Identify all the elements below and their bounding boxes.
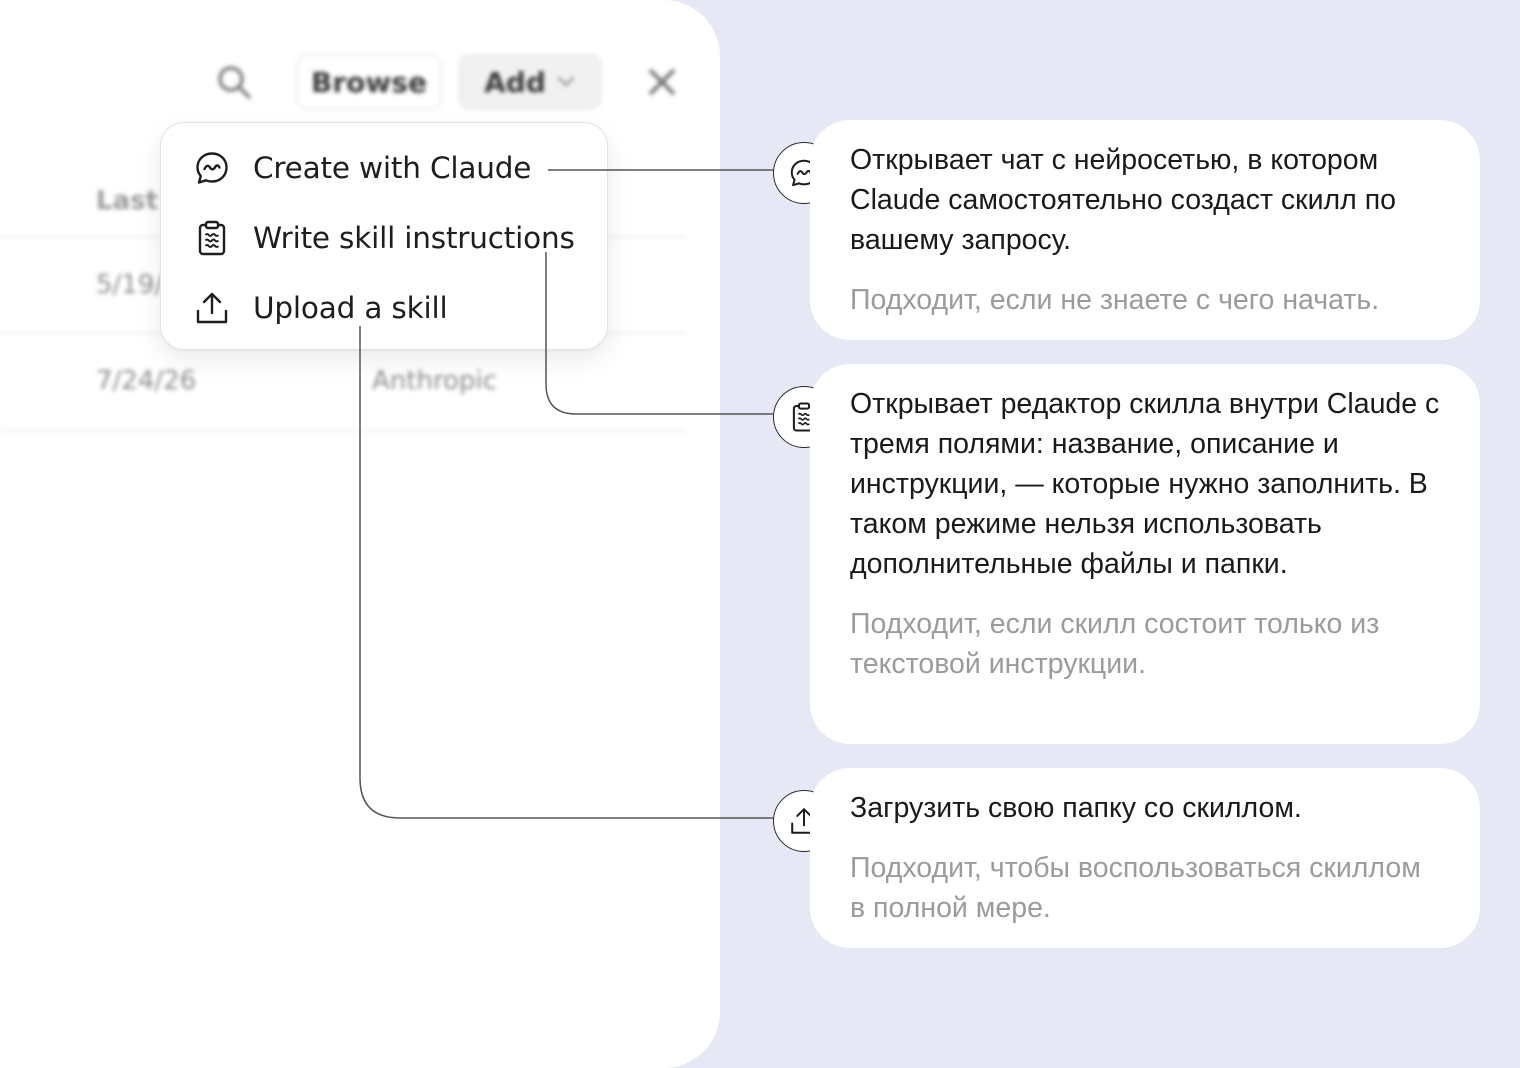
add-button-label: Add: [484, 65, 546, 99]
column-header-last[interactable]: Last: [96, 186, 158, 216]
menu-item-label: Write skill instructions: [253, 221, 575, 255]
add-button[interactable]: Add: [458, 54, 602, 110]
clipboard-icon: [198, 220, 226, 256]
browse-button[interactable]: Browse: [296, 54, 442, 110]
table-row-date: 7/24/26: [96, 366, 197, 396]
callout-hint: Подходит, чтобы воспользоваться скиллом …: [850, 852, 1421, 924]
chevron-down-icon: [557, 76, 574, 87]
callout-card-upload: Загрузить свою папку со скиллом. Подходи…: [810, 768, 1480, 948]
callout-description: Открывает редактор скилла внутри Claude …: [850, 388, 1440, 580]
menu-item-label: Upload a skill: [253, 291, 448, 325]
table-row-date: 5/19/: [96, 270, 164, 300]
callout-description: Загрузить свою папку со скиллом.: [850, 792, 1302, 824]
callout-card-create: Открывает чат с нейросетью, в котором Cl…: [810, 120, 1480, 340]
callout-card-write: Открывает редактор скилла внутри Claude …: [810, 364, 1480, 744]
browse-button-label: Browse: [311, 65, 427, 99]
callout-hint: Подходит, если скилл состоит только из т…: [850, 608, 1380, 680]
chat-bubble-icon: [196, 152, 228, 184]
callout-description: Открывает чат с нейросетью, в котором Cl…: [850, 144, 1397, 256]
close-icon[interactable]: [644, 64, 680, 100]
callout-hint: Подходит, если не знаете с чего начать.: [850, 284, 1380, 316]
search-icon[interactable]: [214, 62, 254, 102]
table-row-author: Anthropic: [372, 366, 497, 396]
menu-item-label: Create with Claude: [253, 151, 532, 185]
table-divider: [0, 430, 686, 432]
upload-icon: [196, 292, 228, 324]
add-dropdown-menu: Create with Claude Write skill instructi…: [160, 122, 608, 350]
